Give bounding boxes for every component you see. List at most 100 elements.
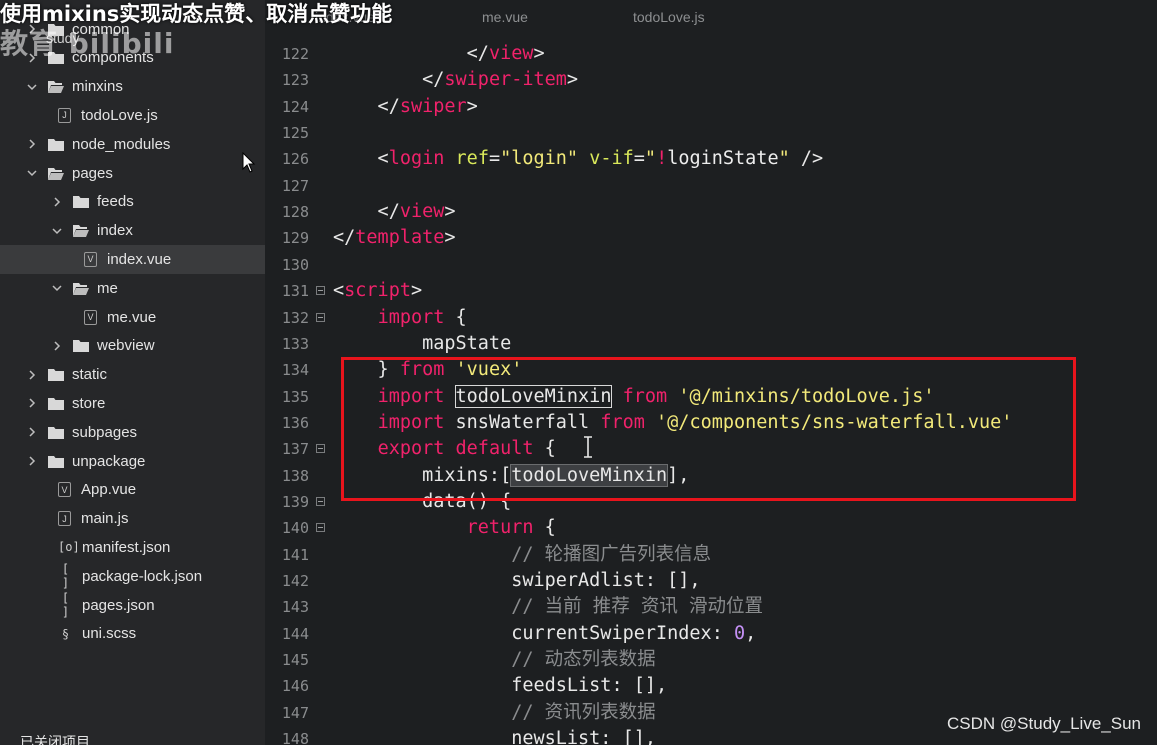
tree-item[interactable]: Vme.vue bbox=[0, 303, 265, 332]
code-token: > bbox=[444, 201, 456, 223]
code-token: feedsList: [], bbox=[333, 675, 668, 697]
code-text: <login ref="login" v-if="!loginState" /> bbox=[333, 146, 824, 172]
chevron-right-icon[interactable] bbox=[51, 340, 63, 352]
code-token: from bbox=[622, 385, 668, 407]
tab-todolove-js[interactable]: todoLove.js bbox=[633, 9, 705, 25]
code-text: currentSwiperIndex: 0, bbox=[333, 621, 756, 647]
code-token: </ bbox=[333, 201, 400, 223]
tree-item[interactable]: § uni.scss bbox=[0, 619, 265, 648]
code-line[interactable]: 122 </view> bbox=[265, 41, 1157, 67]
chevron-down-icon[interactable] bbox=[26, 167, 38, 179]
manifest-file-icon: [o] bbox=[58, 540, 80, 555]
code-text: return { bbox=[333, 515, 556, 541]
code-text: swiperAdlist: [], bbox=[333, 568, 701, 594]
code-token: login bbox=[388, 148, 445, 170]
chevron-right-icon[interactable] bbox=[51, 196, 63, 208]
line-number: 125 bbox=[281, 124, 309, 143]
fold-toggle-icon[interactable] bbox=[316, 444, 325, 454]
code-line[interactable]: 137 export default { bbox=[265, 436, 1157, 462]
tree-item[interactable]: minxins bbox=[0, 72, 265, 101]
tree-item[interactable]: unpackage bbox=[0, 447, 265, 476]
code-token: ref bbox=[455, 148, 489, 170]
code-line[interactable]: 123 </swiper-item> bbox=[265, 67, 1157, 93]
code-line[interactable]: 124 </swiper> bbox=[265, 94, 1157, 120]
tree-item[interactable]: webview bbox=[0, 331, 265, 360]
tree-item[interactable]: node_modules bbox=[0, 130, 265, 159]
tree-item[interactable]: [ ] pages.json bbox=[0, 591, 265, 620]
code-token: { bbox=[444, 306, 467, 328]
code-line[interactable]: 130 bbox=[265, 252, 1157, 278]
fold-toggle-icon[interactable] bbox=[316, 286, 325, 296]
code-line[interactable]: 141 // 轮播图广告列表信息 bbox=[265, 542, 1157, 568]
code-editor[interactable]: 122 </view> 123 </swiper-item> 124 </swipe… bbox=[265, 38, 1157, 745]
tree-item[interactable]: JtodoLove.js bbox=[0, 101, 265, 130]
tree-item[interactable]: Vindex.vue bbox=[0, 244, 265, 274]
code-line[interactable]: 138 mixins:[todoLoveMinxin], bbox=[265, 463, 1157, 489]
tree-item[interactable]: static bbox=[0, 360, 265, 389]
tree-item[interactable]: [o] manifest.json bbox=[0, 533, 265, 562]
code-token: 0 bbox=[733, 622, 746, 644]
code-line[interactable]: 144 currentSwiperIndex: 0, bbox=[265, 621, 1157, 647]
code-line[interactable]: 129 </template> bbox=[265, 225, 1157, 251]
tree-item[interactable]: index bbox=[0, 216, 265, 245]
code-line[interactable]: 133 mapState bbox=[265, 331, 1157, 357]
code-line[interactable]: 132 import { bbox=[265, 305, 1157, 331]
chevron-right-icon[interactable] bbox=[26, 426, 38, 438]
tree-item[interactable]: me bbox=[0, 274, 265, 303]
line-number: 131 bbox=[281, 282, 309, 301]
chevron-down-icon[interactable] bbox=[51, 225, 63, 237]
code-line[interactable]: 145 // 动态列表数据 bbox=[265, 647, 1157, 673]
tree-item[interactable]: pages bbox=[0, 159, 265, 188]
tree-item-label: unpackage bbox=[72, 452, 146, 470]
code-line[interactable]: 142 swiperAdlist: [], bbox=[265, 568, 1157, 594]
chevron-right-icon[interactable] bbox=[26, 455, 38, 467]
code-line[interactable]: 143 // 当前 推荐 资讯 滑动位置 bbox=[265, 594, 1157, 620]
tree-item-label: static bbox=[72, 366, 108, 384]
tree-item[interactable]: Jmain.js bbox=[0, 504, 265, 533]
chevron-down-icon[interactable] bbox=[51, 282, 63, 294]
code-token: "login" bbox=[500, 148, 579, 170]
code-line[interactable]: 134 } from 'vuex' bbox=[265, 357, 1157, 383]
code-line[interactable]: 131 <script> bbox=[265, 278, 1157, 304]
tree-item-label: main.js bbox=[81, 510, 129, 528]
tree-item[interactable]: [ ] package-lock.json bbox=[0, 562, 265, 591]
code-line[interactable]: 139 data() { bbox=[265, 489, 1157, 515]
code-line[interactable]: 126 <login ref="login" v-if="!loginState… bbox=[265, 146, 1157, 172]
tree-item[interactable]: subpages bbox=[0, 418, 265, 447]
code-token: '@/minxins/todoLove.js' bbox=[678, 385, 935, 407]
code-line[interactable]: 127 bbox=[265, 173, 1157, 199]
code-token: template bbox=[355, 227, 445, 249]
fold-toggle-icon[interactable] bbox=[316, 312, 325, 322]
tab-me-vue[interactable]: me.vue bbox=[482, 9, 528, 25]
fold-toggle-icon[interactable] bbox=[316, 523, 325, 533]
chevron-right-icon[interactable] bbox=[26, 397, 38, 409]
fold-toggle-icon[interactable] bbox=[316, 496, 325, 506]
code-token: </ bbox=[333, 69, 445, 91]
code-line[interactable]: 136 import snsWaterfall from '@/componen… bbox=[265, 410, 1157, 436]
code-line[interactable]: 140 return { bbox=[265, 515, 1157, 541]
tree-item[interactable]: V App.vue bbox=[0, 475, 265, 504]
code-line[interactable]: 128 </view> bbox=[265, 199, 1157, 225]
text-cursor-icon bbox=[582, 436, 594, 462]
chevron-right-icon[interactable] bbox=[26, 369, 38, 381]
code-token: swiperAdlist: [], bbox=[333, 570, 701, 591]
tree-item[interactable]: feeds bbox=[0, 187, 265, 216]
code-line[interactable]: 135 import todoLoveMinxin from '@/minxin… bbox=[265, 384, 1157, 410]
chevron-down-icon[interactable] bbox=[26, 81, 38, 93]
code-token: > bbox=[444, 227, 456, 249]
code-line[interactable]: 146 feedsList: [], bbox=[265, 673, 1157, 699]
chevron-right-icon[interactable] bbox=[26, 138, 38, 150]
code-line[interactable]: 125 bbox=[265, 120, 1157, 146]
closed-projects-label[interactable]: 已关闭项目 bbox=[0, 732, 265, 745]
line-number: 139 bbox=[281, 492, 309, 511]
code-text: import todoLoveMinxin from '@/minxins/to… bbox=[333, 384, 935, 410]
tree-item-label: pages bbox=[72, 164, 113, 182]
code-text: data() { bbox=[333, 489, 511, 515]
tree-item[interactable]: store bbox=[0, 389, 265, 418]
line-number: 144 bbox=[281, 624, 309, 643]
